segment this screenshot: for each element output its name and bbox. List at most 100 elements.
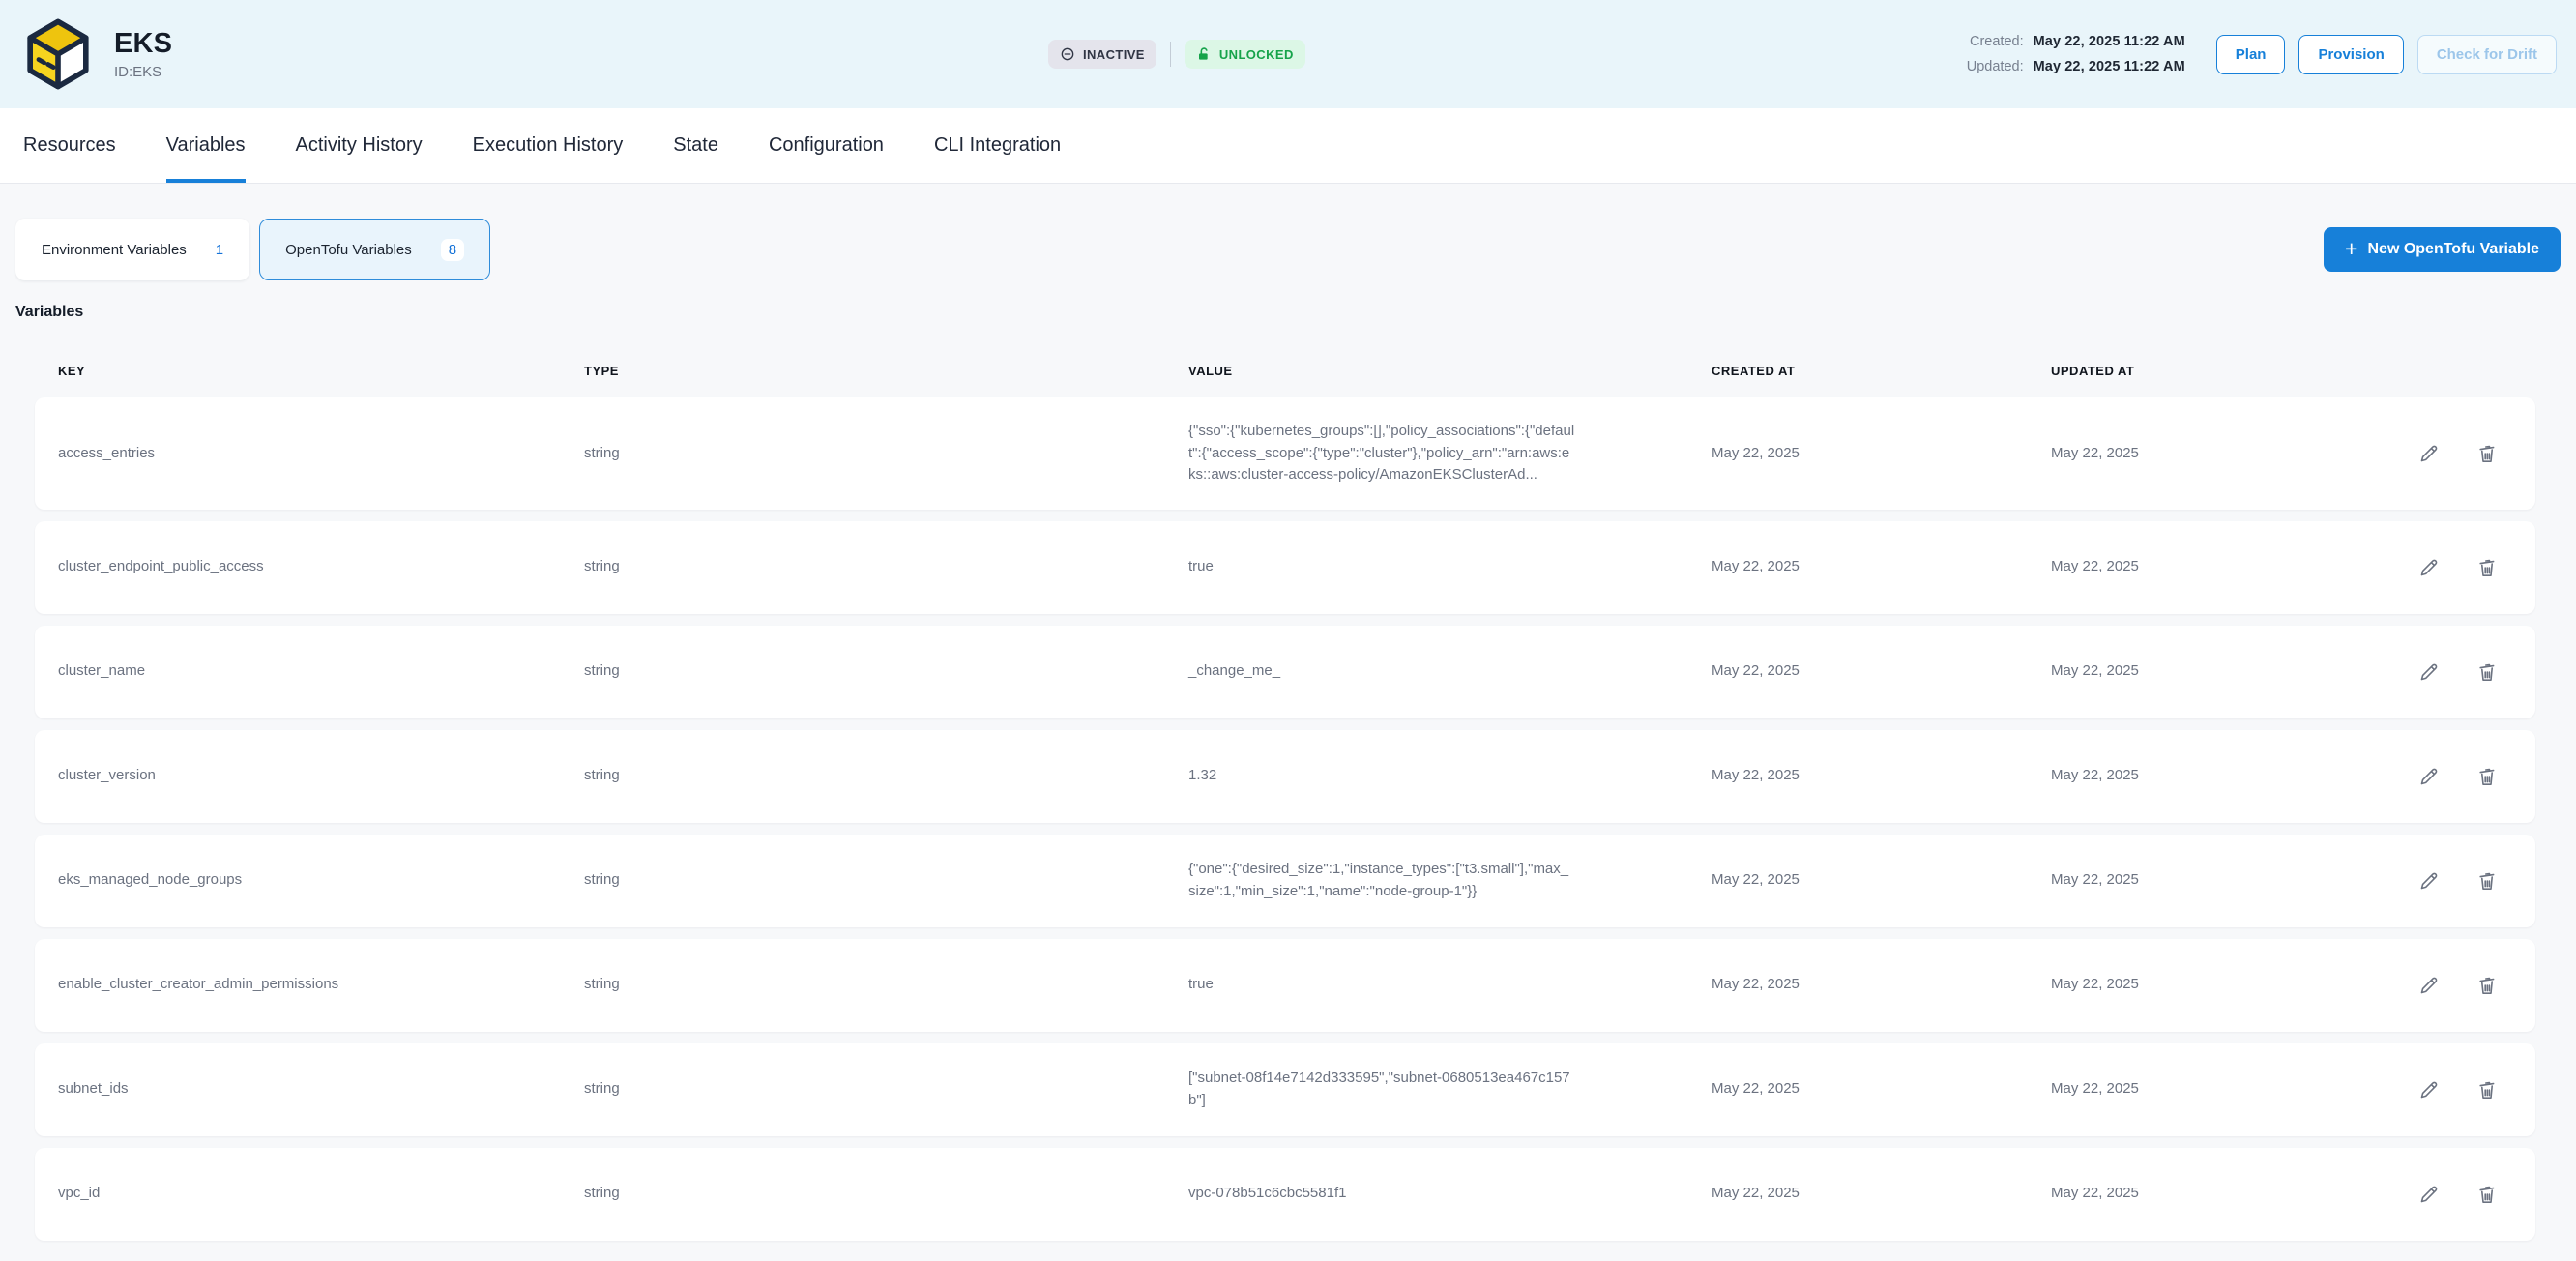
lock-status-badge-label: UNLOCKED [1219,47,1294,62]
tab-resources[interactable]: Resources [23,108,116,183]
edit-variable-button[interactable] [2417,556,2441,579]
table-row: subnet_ids string ["subnet-08f14e7142d33… [35,1043,2535,1136]
variable-key: cluster_version [58,765,584,787]
updated-value: May 22, 2025 11:22 AM [2034,59,2185,74]
variable-type-filters: Environment Variables1OpenTofu Variables… [15,219,490,280]
edit-variable-button[interactable] [2417,869,2441,893]
trash-icon [2475,765,2499,788]
title-block: EKS ID:EKS [114,28,172,80]
unlock-icon [1196,46,1212,62]
table-body: access_entries string {"sso":{"kubernete… [35,397,2535,1241]
variable-key: vpc_id [58,1183,584,1205]
filter-label: Environment Variables [42,242,187,258]
filter-opentofu-variables[interactable]: OpenTofu Variables8 [259,219,490,280]
plus-icon: + [2345,238,2357,260]
delete-variable-button[interactable] [2475,660,2499,684]
tab-bar: Resources Variables Activity History Execut… [0,108,2576,184]
trash-icon [2475,1078,2499,1101]
delete-variable-button[interactable] [2475,556,2499,579]
table-row: access_entries string {"sso":{"kubernete… [35,397,2535,510]
variable-type: string [584,556,1188,578]
filter-environment-variables[interactable]: Environment Variables1 [15,219,249,280]
pencil-icon [2417,1078,2441,1101]
variable-value: ["subnet-08f14e7142d333595","subnet-0680… [1188,1068,1575,1111]
variable-type: string [584,1078,1188,1100]
tab-configuration[interactable]: Configuration [769,108,884,183]
edit-variable-button[interactable] [2417,660,2441,684]
variable-updated-at: May 22, 2025 [2051,974,2369,996]
edit-variable-button[interactable] [2417,974,2441,997]
delete-variable-button[interactable] [2475,442,2499,465]
table-row: cluster_endpoint_public_access string tr… [35,521,2535,614]
variable-key: subnet_ids [58,1078,584,1100]
variable-created-at: May 22, 2025 [1712,660,2051,683]
section-title: Variables [15,304,2561,321]
variable-value: _change_me_ [1188,660,1575,683]
variables-table: KEYTYPEVALUECREATED ATUPDATED AT access_… [35,321,2535,1241]
tab-cli-integration[interactable]: CLI Integration [934,108,1061,183]
tab-state[interactable]: State [673,108,718,183]
column-header-value: VALUE [1188,364,1712,378]
trash-icon [2475,869,2499,893]
pencil-icon [2417,1183,2441,1206]
row-actions [2369,1183,2512,1206]
check-for-drift-button[interactable]: Check for Drift [2417,35,2557,74]
row-actions [2369,660,2512,684]
table-row: eks_managed_node_groups string {"one":{"… [35,835,2535,927]
edit-variable-button[interactable] [2417,442,2441,465]
tab-execution-history[interactable]: Execution History [473,108,624,183]
delete-variable-button[interactable] [2475,1183,2499,1206]
updated-label: Updated: [1967,59,2024,74]
table-row: vpc_id string vpc-078b51c6cbc5581f1 May … [35,1148,2535,1241]
tab-variables[interactable]: Variables [166,108,246,183]
variable-type: string [584,443,1188,465]
provision-button[interactable]: Provision [2298,35,2403,74]
column-header-key: KEY [58,364,584,378]
column-header-created-at: CREATED AT [1712,364,2051,378]
variable-type: string [584,1183,1188,1205]
filter-label: OpenTofu Variables [285,242,412,258]
delete-variable-button[interactable] [2475,869,2499,893]
variable-created-at: May 22, 2025 [1712,1078,2051,1100]
variable-value: vpc-078b51c6cbc5581f1 [1188,1183,1575,1205]
status-badge-label: INACTIVE [1083,47,1145,62]
pencil-icon [2417,765,2441,788]
created-label: Created: [1967,34,2024,49]
table-row: cluster_name string _change_me_ May 22, … [35,626,2535,718]
variable-key: access_entries [58,443,584,465]
variable-updated-at: May 22, 2025 [2051,765,2369,787]
lock-status-badge-unlocked: UNLOCKED [1185,40,1305,69]
edit-variable-button[interactable] [2417,1078,2441,1101]
variable-value: {"one":{"desired_size":1,"instance_types… [1188,859,1575,902]
trash-icon [2475,974,2499,997]
resource-id: ID:EKS [114,64,172,80]
row-actions [2369,869,2512,893]
variable-value: 1.32 [1188,765,1575,787]
variable-key: eks_managed_node_groups [58,869,584,892]
app-root: EKS ID:EKS INACTIVE UNLOCKED [0,0,2576,1241]
variable-key: cluster_name [58,660,584,683]
variables-toolbar: Environment Variables1OpenTofu Variables… [15,219,2561,280]
new-opentofu-variable-button[interactable]: + New OpenTofu Variable [2324,227,2561,272]
tab-activity-history[interactable]: Activity History [296,108,423,183]
resource-header: EKS ID:EKS INACTIVE UNLOCKED [0,0,2576,108]
pencil-icon [2417,869,2441,893]
page-title: EKS [114,28,172,60]
row-actions [2369,765,2512,788]
edit-variable-button[interactable] [2417,765,2441,788]
plan-button[interactable]: Plan [2216,35,2286,74]
column-header-updated-at: UPDATED AT [2051,364,2369,378]
delete-variable-button[interactable] [2475,974,2499,997]
badge-divider [1170,42,1171,67]
delete-variable-button[interactable] [2475,1078,2499,1101]
delete-variable-button[interactable] [2475,765,2499,788]
pencil-icon [2417,556,2441,579]
edit-variable-button[interactable] [2417,1183,2441,1206]
trash-icon [2475,660,2499,684]
table-row: enable_cluster_creator_admin_permissions… [35,939,2535,1032]
row-actions [2369,974,2512,997]
pencil-icon [2417,974,2441,997]
pencil-icon [2417,442,2441,465]
variable-type: string [584,974,1188,996]
variable-key: cluster_endpoint_public_access [58,556,584,578]
